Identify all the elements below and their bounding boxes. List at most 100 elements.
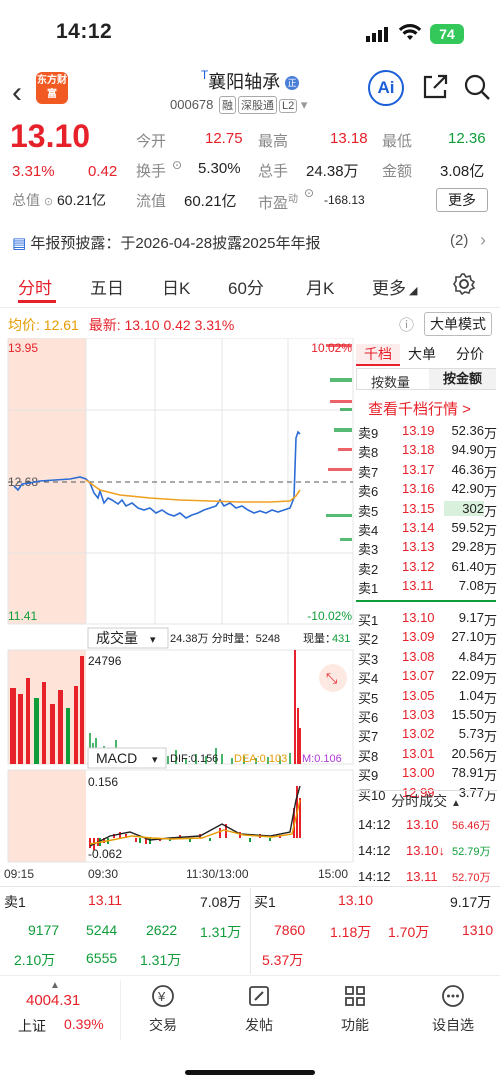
dropdown-icon[interactable]: ▾	[301, 97, 308, 112]
bid-row[interactable]: 买9 13.00 78.91 万	[356, 764, 497, 783]
ask-volume: 94.90	[451, 442, 484, 458]
macd-dropdown-icon[interactable]: ▾	[152, 754, 158, 766]
ask-row[interactable]: 卖1 13.11 7.08 万	[356, 577, 497, 596]
depth-right-4: 5.37万	[262, 952, 304, 968]
tab-big-order[interactable]: 大单	[408, 344, 436, 364]
ask-row[interactable]: 卖5 13.15 302 万	[356, 500, 497, 519]
turnover-info-icon[interactable]: ⊙	[172, 158, 182, 172]
mcap-value: 60.21亿	[57, 192, 107, 208]
depth-bid-price: 13.10	[338, 892, 374, 908]
chevron-right-icon[interactable]: ›	[480, 230, 486, 251]
index-value[interactable]: 4004.31	[26, 992, 80, 1009]
bid-row[interactable]: 买5 13.05 1.04 万	[356, 687, 497, 706]
more-button[interactable]: 更多	[436, 188, 488, 212]
big-order-mode-button[interactable]: 大单模式	[424, 312, 492, 336]
bid-volume: 9.17	[458, 610, 484, 625]
more-dots-icon[interactable]	[418, 984, 488, 1014]
ask-unit: 万	[484, 464, 498, 480]
post-icon[interactable]	[224, 984, 294, 1014]
bid-row[interactable]: 买1 13.10 9.17 万	[356, 609, 497, 628]
tab-price-split[interactable]: 分价	[456, 344, 484, 364]
tab-intraday[interactable]: 分时	[18, 274, 52, 299]
search-icon[interactable]	[462, 72, 492, 107]
float-value: 60.21亿	[184, 193, 237, 210]
last-price: 13.10	[10, 118, 91, 154]
bid-volume: 20.56	[451, 745, 484, 761]
bid-row[interactable]: 买2 13.09 27.10 万	[356, 628, 497, 647]
trade-volume: 52.70万	[452, 872, 491, 884]
nav-post[interactable]: 发帖	[224, 1015, 294, 1035]
tab-by-amount[interactable]: 按金额	[429, 369, 496, 389]
index-name: 上证	[18, 1018, 46, 1034]
pe-value: -168.13	[324, 193, 365, 207]
trade-price: 13.10↓	[406, 843, 446, 858]
ask-row[interactable]: 卖4 13.14 59.52 万	[356, 519, 497, 538]
view-thousand-level-link[interactable]: 查看千档行情 >	[368, 398, 471, 419]
share-icon[interactable]	[420, 72, 450, 107]
bid-row[interactable]: 买8 13.01 20.56 万	[356, 745, 497, 764]
stock-name: 襄阳轴承	[208, 72, 281, 92]
ask-level: 卖2	[358, 561, 379, 577]
info-chg: 0.42	[163, 317, 191, 333]
help-icon[interactable]: ⓘ	[399, 314, 414, 335]
functions-grid-icon[interactable]	[320, 984, 390, 1014]
ask-unit: 万	[484, 561, 498, 577]
orderbook-divider	[356, 600, 496, 602]
volume-dropdown-icon[interactable]: ▾	[150, 634, 156, 646]
tab-60min[interactable]: 60分	[228, 274, 264, 299]
ai-button[interactable]: Ai	[368, 70, 404, 106]
bid-row[interactable]: 买7 13.02 5.73 万	[356, 725, 497, 744]
nav-add-watchlist[interactable]: 设自选	[418, 1015, 488, 1035]
notice-bar[interactable]: ▤ 年报预披露：于2026-04-28披露2025年年报	[12, 232, 320, 253]
trades-title[interactable]: 分时成交 ▲	[356, 790, 496, 812]
ask-row[interactable]: 卖7 13.17 46.36 万	[356, 461, 498, 480]
trade-row: 14:12 13.10 56.46万	[356, 816, 496, 835]
depth-left-0: 9177	[28, 922, 60, 938]
pe-info-icon[interactable]: ⊙	[304, 186, 314, 200]
svg-text:⤡: ⤡	[326, 670, 337, 686]
high-label: 最高	[258, 133, 289, 150]
volume-label[interactable]: 成交量	[96, 630, 138, 646]
intraday-chart[interactable]: 13.95 11.41 12.68 10.02% -10.02% 成交量 ▾ 2…	[0, 338, 356, 886]
bid-row[interactable]: 买6 13.03 15.50 万	[356, 706, 497, 725]
tab-daily-k[interactable]: 日K	[162, 274, 190, 299]
bid-volume: 27.10	[451, 629, 484, 645]
macd-top-label: 0.156	[88, 775, 118, 789]
depth-left-2: 2622	[146, 922, 178, 938]
bid-volume: 15.50	[451, 707, 484, 722]
svg-text:¥: ¥	[157, 989, 166, 1004]
nav-trade[interactable]: 交易	[128, 1015, 198, 1035]
depth-left-6: 1.31万	[140, 952, 182, 968]
tab-by-quantity[interactable]: 按数量	[371, 372, 410, 391]
ask-row[interactable]: 卖2 13.12 61.40 万	[356, 558, 498, 577]
tab-more[interactable]: 更多 ◢	[372, 274, 418, 299]
ask-row[interactable]: 卖3 13.13 29.28 万	[356, 538, 497, 557]
y-top-label: 13.95	[8, 341, 38, 355]
ask-volume: 42.90	[451, 481, 484, 497]
trade-icon[interactable]: ¥	[128, 984, 198, 1014]
depth-bid-label: 买1	[254, 894, 276, 910]
depth-right-2: 1.70万	[388, 924, 430, 940]
bid-row[interactable]: 买3 13.08 4.84 万	[356, 648, 497, 667]
last-value: 13.10	[124, 317, 160, 333]
ask-price: 13.15	[402, 500, 435, 516]
ask-row[interactable]: 卖9 13.19 52.36 万	[356, 422, 497, 441]
ask-row[interactable]: 卖8 13.18 94.90 万	[356, 441, 497, 460]
nav-functions[interactable]: 功能	[320, 1015, 390, 1035]
macd-label[interactable]: MACD	[96, 750, 137, 766]
bid-price: 13.08	[402, 648, 435, 664]
tab-thousand-level[interactable]: 千档	[356, 344, 400, 366]
bid-row[interactable]: 买4 13.07 22.09 万	[356, 667, 497, 686]
mcap-label: 总值	[12, 192, 40, 208]
notice-count: (2)	[450, 232, 469, 249]
wifi-icon	[398, 24, 422, 47]
settings-gear-icon[interactable]	[452, 272, 476, 301]
tab-monthly-k[interactable]: 月K	[306, 274, 334, 299]
home-indicator	[185, 1070, 315, 1075]
change-pct: 3.31%	[12, 163, 55, 180]
tab-five-day[interactable]: 五日	[90, 274, 124, 299]
info-icon[interactable]: ⊙	[44, 196, 53, 208]
last-label: 最新:	[88, 317, 121, 333]
bid-price: 13.00	[402, 765, 435, 781]
ask-row[interactable]: 卖6 13.16 42.90 万	[356, 480, 497, 499]
